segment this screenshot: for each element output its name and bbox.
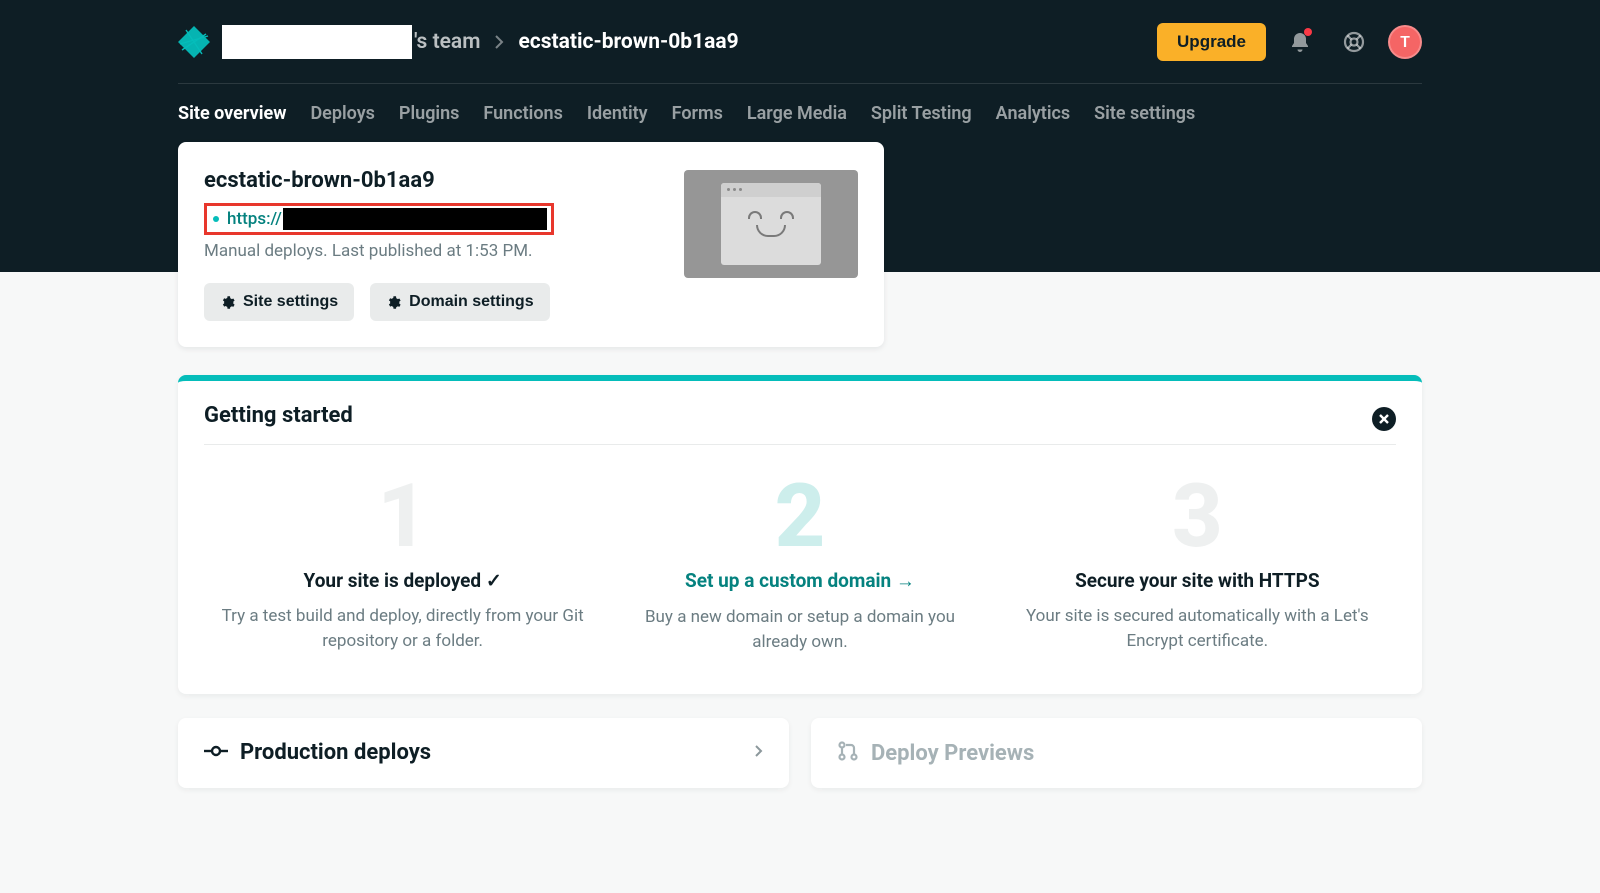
bottom-row: Production deploys Deploy Previews <box>178 718 1422 788</box>
avatar-initial: T <box>1400 32 1410 51</box>
status-dot-icon <box>213 216 219 222</box>
domain-settings-label: Domain settings <box>409 293 533 311</box>
chevron-right-icon <box>494 34 504 50</box>
step-desc: Your site is secured automatically with … <box>1015 604 1380 653</box>
breadcrumb-current[interactable]: ecstatic-brown-0b1aa9 <box>518 30 738 54</box>
content: ecstatic-brown-0b1aa9 https:// Manual de… <box>178 142 1422 788</box>
tab-functions[interactable]: Functions <box>483 103 562 124</box>
step-desc: Buy a new domain or setup a domain you a… <box>617 605 982 654</box>
close-icon[interactable] <box>1372 407 1396 431</box>
topbar: 's team ecstatic-brown-0b1aa9 Upgrade T <box>178 0 1422 84</box>
site-settings-label: Site settings <box>243 293 338 311</box>
step-number: 1 <box>220 473 585 561</box>
tab-split-testing[interactable]: Split Testing <box>871 103 972 124</box>
production-deploys-title: Production deploys <box>240 740 431 765</box>
tab-site-settings[interactable]: Site settings <box>1094 103 1195 124</box>
notification-dot <box>1304 28 1312 36</box>
domain-settings-button[interactable]: Domain settings <box>370 283 549 321</box>
gear-icon <box>386 295 401 310</box>
deploy-previews-card[interactable]: Deploy Previews <box>811 718 1422 788</box>
nav-tabs: Site overview Deploys Plugins Functions … <box>178 84 1422 142</box>
tab-identity[interactable]: Identity <box>587 103 648 124</box>
tab-deploys[interactable]: Deploys <box>310 103 374 124</box>
site-thumbnail[interactable] <box>684 170 858 278</box>
step-2[interactable]: 2 Set up a custom domain → Buy a new dom… <box>601 455 998 654</box>
team-suffix[interactable]: 's team <box>414 30 480 54</box>
gear-icon <box>220 295 235 310</box>
site-settings-button[interactable]: Site settings <box>204 283 354 321</box>
step-title: Set up a custom domain → <box>617 569 982 593</box>
site-summary-card: ecstatic-brown-0b1aa9 https:// Manual de… <box>178 142 884 347</box>
step-number: 3 <box>1015 473 1380 561</box>
team-name-redacted[interactable] <box>222 25 412 59</box>
site-name: ecstatic-brown-0b1aa9 <box>204 168 664 193</box>
avatar[interactable]: T <box>1388 25 1422 59</box>
getting-started-title: Getting started <box>204 403 1396 445</box>
step-3: 3 Secure your site with HTTPS Your site … <box>999 455 1396 654</box>
tab-forms[interactable]: Forms <box>672 103 723 124</box>
help-lifebuoy-icon[interactable] <box>1334 22 1374 62</box>
site-url-redacted[interactable] <box>283 208 547 230</box>
step-title: Your site is deployed ✓ <box>220 569 585 592</box>
tab-analytics[interactable]: Analytics <box>996 103 1071 124</box>
tab-site-overview[interactable]: Site overview <box>178 103 286 124</box>
logo-icon[interactable] <box>178 26 210 58</box>
tab-plugins[interactable]: Plugins <box>399 103 460 124</box>
step-1: 1 Your site is deployed ✓ Try a test bui… <box>204 455 601 654</box>
upgrade-button[interactable]: Upgrade <box>1157 23 1266 61</box>
notifications-icon[interactable] <box>1280 22 1320 62</box>
step-desc: Try a test build and deploy, directly fr… <box>220 604 585 653</box>
deploy-meta: Manual deploys. Last published at 1:53 P… <box>204 241 664 261</box>
site-url-highlight: https:// <box>204 203 554 235</box>
tab-large-media[interactable]: Large Media <box>747 103 847 124</box>
pull-request-icon <box>837 740 859 766</box>
chevron-right-icon <box>754 742 763 763</box>
step-number: 2 <box>617 473 982 561</box>
step-title: Secure your site with HTTPS <box>1015 569 1380 592</box>
commit-icon <box>204 743 228 763</box>
getting-started-card: Getting started 1 Your site is deployed … <box>178 375 1422 694</box>
site-url-link[interactable]: https:// <box>227 209 282 229</box>
deploy-previews-title: Deploy Previews <box>871 741 1034 766</box>
production-deploys-card[interactable]: Production deploys <box>178 718 789 788</box>
